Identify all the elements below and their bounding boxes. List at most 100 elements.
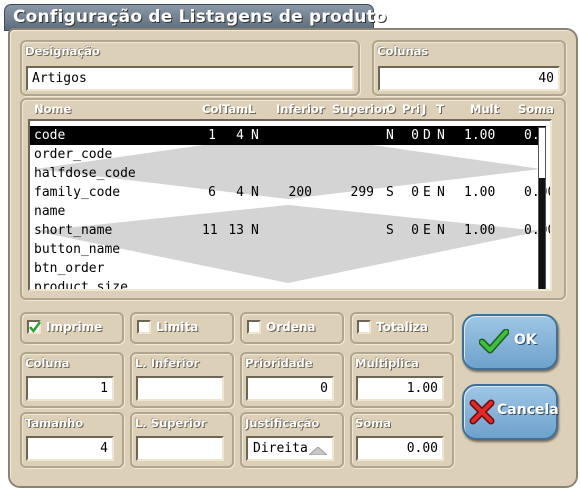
coluna-input[interactable]: 1 <box>26 376 114 401</box>
cell-pri: 0 <box>411 223 419 238</box>
colunas-group: Colunas 40 <box>372 40 566 96</box>
cell-nome: short_name <box>34 223 113 238</box>
l-superior-input[interactable] <box>136 436 224 461</box>
cell-mult: 1.00 <box>464 128 496 143</box>
ok-label: OK <box>514 332 537 348</box>
soma-label: Soma <box>355 416 391 430</box>
colunas-input[interactable]: 40 <box>378 66 560 91</box>
header-j: J <box>422 102 427 116</box>
cell-o: S <box>386 223 394 238</box>
coluna-label: Coluna <box>25 356 70 370</box>
check-icon <box>29 321 41 333</box>
cell-nome: btn_order <box>34 261 105 276</box>
cell-pri: 0 <box>411 185 419 200</box>
l-inferior-label: L. Inferior <box>135 356 200 370</box>
ordena-checkbox[interactable] <box>247 320 261 334</box>
table-row[interactable]: code14NN0DN1.000.00 <box>30 126 550 145</box>
colunas-label: Colunas <box>377 44 429 58</box>
cell-nome: family_code <box>34 185 121 200</box>
title-bar[interactable]: Configuração de Listagens de produto <box>4 4 387 31</box>
header-mult: Mult <box>470 102 500 116</box>
l-inferior-input[interactable] <box>136 376 224 401</box>
totaliza-checkbox-group[interactable]: Totaliza <box>350 312 454 344</box>
cell-j: D <box>423 128 431 143</box>
cell-nome: name <box>34 204 66 219</box>
cell-pri: 0 <box>411 128 419 143</box>
ok-button[interactable]: OK <box>462 314 558 370</box>
header-soma: Soma <box>518 102 554 116</box>
soma-group: Soma 0.00 <box>350 412 454 468</box>
cell-col: 6 <box>208 185 216 200</box>
scrollbar-thumb[interactable] <box>539 178 545 289</box>
tamanho-group: Tamanho 4 <box>20 412 124 468</box>
table-row[interactable]: order_code <box>30 145 546 164</box>
ordena-label: Ordena <box>266 320 316 334</box>
cell-nome: code <box>34 128 66 143</box>
table-row[interactable]: name <box>30 202 546 221</box>
list-scrollbar[interactable] <box>538 127 546 289</box>
limita-checkbox-group[interactable]: Limita <box>130 312 234 344</box>
header-t: T <box>436 102 444 116</box>
header-pri: Pri <box>402 102 421 116</box>
prioridade-input[interactable]: 0 <box>246 376 334 401</box>
table-row[interactable]: family_code64N200299S0EN1.000.00 <box>30 183 550 202</box>
cell-mult: 1.00 <box>464 185 496 200</box>
soma-input[interactable]: 0.00 <box>356 436 444 461</box>
multiplica-input[interactable]: 1.00 <box>356 376 444 401</box>
cell-t: N <box>437 185 445 200</box>
cell-o: S <box>386 185 394 200</box>
header-superior: Superior <box>332 102 388 116</box>
imprime-checkbox-group[interactable]: Imprime <box>20 312 124 344</box>
cell-nome: product_size <box>34 280 128 291</box>
columns-list[interactable]: code14NN0DN1.000.00order_codehalfdose_co… <box>28 119 552 291</box>
tamanho-input[interactable]: 4 <box>26 436 114 461</box>
l-superior-label: L. Superior <box>135 416 207 430</box>
table-row[interactable]: button_name <box>30 240 546 259</box>
limita-checkbox[interactable] <box>137 320 151 334</box>
cancela-label: Cancela <box>497 402 559 418</box>
multiplica-group: Multiplica 1.00 <box>350 352 454 408</box>
cell-j: E <box>423 185 431 200</box>
header-nome: Nome <box>34 102 72 116</box>
cell-tam: 13 <box>228 223 244 238</box>
check-icon <box>479 329 509 354</box>
prioridade-group: Prioridade 0 <box>240 352 344 408</box>
tamanho-label: Tamanho <box>25 416 84 430</box>
table-row[interactable]: short_name1113NS0EN1.000.00 <box>30 221 550 240</box>
cell-nome: button_name <box>34 242 121 257</box>
cell-l: N <box>251 128 259 143</box>
triangle-up-icon[interactable] <box>309 447 327 455</box>
ordena-checkbox-group[interactable]: Ordena <box>240 312 344 344</box>
justificacao-group: Justificação Direita <box>240 412 344 468</box>
cell-mult: 1.00 <box>464 223 496 238</box>
header-inferior: Inferior <box>276 102 325 116</box>
imprime-checkbox[interactable] <box>27 320 41 334</box>
totaliza-checkbox[interactable] <box>357 320 371 334</box>
l-inferior-group: L. Inferior <box>130 352 234 408</box>
justificacao-select[interactable]: Direita <box>246 436 334 461</box>
cell-tam: 4 <box>236 185 244 200</box>
table-row[interactable]: product_size <box>30 278 546 291</box>
cell-col: 1 <box>208 128 216 143</box>
designacao-group: Designação Artigos <box>20 40 360 96</box>
cell-o: N <box>386 128 394 143</box>
prioridade-label: Prioridade <box>245 356 313 370</box>
header-tam: Tam <box>222 102 249 116</box>
header-o: O <box>386 102 396 116</box>
designacao-input[interactable]: Artigos <box>26 66 354 91</box>
table-row[interactable]: btn_order <box>30 259 546 278</box>
cell-superior: 299 <box>350 185 374 200</box>
totaliza-label: Totaliza <box>376 320 428 334</box>
columns-table: Nome Col Tam L Inferior Superior O Pri J… <box>20 98 566 300</box>
table-row[interactable]: halfdose_code <box>30 164 546 183</box>
limita-label: Limita <box>156 320 199 334</box>
cell-l: N <box>251 185 259 200</box>
justificacao-value: Direita <box>253 441 308 456</box>
designacao-label: Designação <box>25 44 100 58</box>
l-superior-group: L. Superior <box>130 412 234 468</box>
dialog-body: Designação Artigos Colunas 40 Nome Col T… <box>8 28 578 488</box>
cell-col: 11 <box>202 223 218 238</box>
cell-l: N <box>251 223 259 238</box>
cell-tam: 4 <box>236 128 244 143</box>
cancela-button[interactable]: Cancela <box>462 384 559 440</box>
